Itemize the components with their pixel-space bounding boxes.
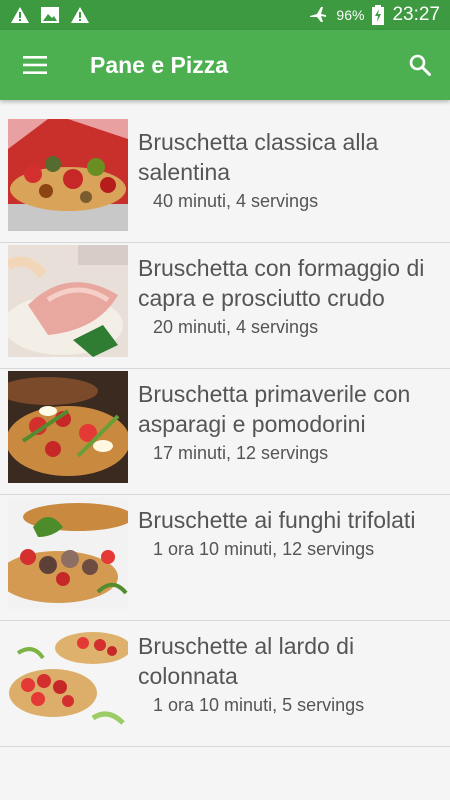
airplane-icon bbox=[310, 7, 327, 22]
recipe-thumbnail bbox=[8, 245, 128, 357]
hamburger-menu-icon bbox=[23, 56, 47, 74]
recipe-item[interactable]: Bruschetta con formaggio di capra e pros… bbox=[0, 243, 450, 369]
recipe-thumbnail bbox=[8, 623, 128, 735]
recipe-thumbnail bbox=[8, 371, 128, 483]
search-icon bbox=[409, 54, 431, 76]
search-button[interactable] bbox=[390, 30, 450, 100]
recipe-meta: 1 ora 10 minuti, 12 servings bbox=[153, 539, 375, 559]
clock: 23:27 bbox=[392, 4, 440, 25]
recipe-meta: 1 ora 10 minuti, 5 servings bbox=[153, 695, 365, 715]
recipe-meta: 17 minuti, 12 servings bbox=[153, 443, 329, 463]
recipe-title: Bruschette al lardo di colonnata bbox=[138, 633, 355, 689]
battery-charging-icon bbox=[372, 5, 385, 25]
gallery-icon bbox=[41, 7, 59, 23]
status-bar: 96% 23:27 bbox=[0, 0, 450, 30]
recipe-item[interactable]: Bruschetta classica alla salentina 40 mi… bbox=[0, 117, 450, 243]
recipe-title: Bruschetta con formaggio di capra e pros… bbox=[138, 255, 425, 311]
recipe-meta: 20 minuti, 4 servings bbox=[153, 317, 319, 337]
recipe-title: Bruschette ai funghi trifolati bbox=[138, 507, 416, 533]
warning-icon bbox=[11, 7, 29, 23]
recipe-thumbnail bbox=[8, 497, 128, 609]
recipe-item[interactable]: Bruschette al lardo di colonnata 1 ora 1… bbox=[0, 621, 450, 747]
recipe-thumbnail bbox=[8, 119, 128, 231]
warning-icon bbox=[71, 7, 89, 23]
recipe-title: Bruschetta classica alla salentina bbox=[138, 129, 379, 185]
battery-percent: 96% bbox=[336, 7, 365, 23]
menu-button[interactable] bbox=[0, 30, 70, 100]
recipe-list: Bruschetta classica alla salentina 40 mi… bbox=[0, 117, 450, 747]
recipe-meta: 40 minuti, 4 servings bbox=[153, 191, 319, 211]
recipe-item[interactable]: Bruschetta primaverile con asparagi e po… bbox=[0, 369, 450, 495]
app-title: Pane e Pizza bbox=[90, 51, 229, 78]
app-bar: Pane e Pizza bbox=[0, 30, 450, 100]
recipe-item[interactable]: Bruschette ai funghi trifolati 1 ora 10 … bbox=[0, 495, 450, 621]
recipe-title: Bruschetta primaverile con asparagi e po… bbox=[138, 381, 411, 437]
